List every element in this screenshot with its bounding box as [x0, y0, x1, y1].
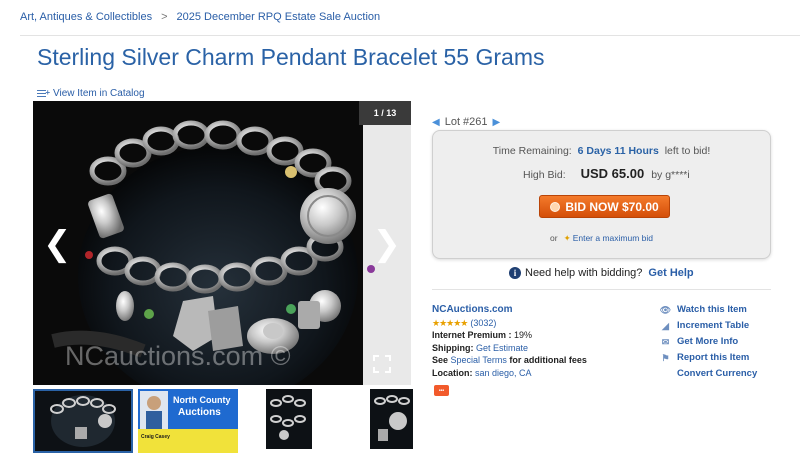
- convert-currency-label: Convert Currency: [677, 368, 758, 379]
- or-text: or: [550, 233, 558, 243]
- image-counter: 1 / 13: [359, 101, 411, 125]
- special-terms-link[interactable]: Special Terms: [451, 355, 507, 365]
- bid-now-label: BID NOW $70.00: [565, 199, 659, 214]
- lightbulb-icon: [550, 201, 561, 212]
- location-link[interactable]: san diego, CA: [475, 368, 532, 378]
- seller-info: NCAuctions.com ★★★★★ (3032) Internet Prem…: [432, 303, 587, 379]
- mail-icon: ✉: [661, 337, 670, 347]
- flag-icon: ⚑: [661, 353, 670, 363]
- time-remaining: Time Remaining: 6 Days 11 Hours left to …: [433, 145, 770, 157]
- chart-icon: ◢: [662, 321, 669, 331]
- lot-navigation: ◀ Lot #261 ▶: [432, 116, 500, 128]
- breadcrumb-separator: >: [161, 11, 168, 23]
- eye-icon: 👁: [659, 305, 672, 315]
- thumbnail-4[interactable]: [370, 389, 413, 453]
- report-item-link[interactable]: ⚑ Report this Item: [659, 350, 757, 366]
- next-lot-icon[interactable]: ▶: [493, 117, 501, 128]
- breadcrumb: Art, Antiques & Collectibles >2025 Decemb…: [20, 11, 380, 23]
- thumbnail-1[interactable]: [33, 389, 133, 453]
- seller-badge-icon[interactable]: •••: [434, 385, 449, 396]
- high-bid-label: High Bid:: [523, 169, 566, 181]
- report-item-label: Report this Item: [677, 352, 750, 363]
- view-catalog-link[interactable]: + View Item in Catalog: [37, 88, 145, 99]
- thumbnail-logo-line1: North County: [173, 395, 231, 405]
- get-help-link[interactable]: Get Help: [648, 267, 693, 279]
- star-icon: ✦: [563, 233, 571, 243]
- seller-name-link[interactable]: NCAuctions.com: [432, 304, 513, 315]
- see-text: See: [432, 355, 449, 365]
- thumbnail-business-card-image: North County Auctions Craig Casey: [138, 389, 238, 453]
- premium-label: Internet Premium :: [432, 330, 512, 340]
- thumbnail-contact-name: Craig Casey: [141, 434, 170, 440]
- page-title: Sterling Silver Charm Pendant Bracelet 5…: [37, 44, 545, 70]
- high-bidder: by g****i: [651, 169, 690, 181]
- thumbnail-bracelet-image-2: [266, 389, 312, 449]
- watch-item-link[interactable]: 👁 Watch this Item: [659, 302, 757, 318]
- thumbnail-3[interactable]: [266, 389, 312, 453]
- main-image[interactable]: 1 / 13 ❮ ❯ NCauctions.com ©: [33, 101, 411, 385]
- review-count-link[interactable]: (3032): [470, 318, 496, 328]
- bidding-help: i Need help with bidding? Get Help: [509, 267, 694, 279]
- max-bid-link[interactable]: Enter a maximum bid: [573, 233, 653, 243]
- chevron-left-icon[interactable]: ❮: [43, 227, 72, 261]
- more-info-link[interactable]: ✉ Get More Info: [659, 334, 757, 350]
- thumbnail-bracelet-image-3: [370, 389, 413, 449]
- thumbnail-2[interactable]: North County Auctions Craig Casey: [138, 389, 238, 453]
- thumbnail-logo-line2: Auctions: [178, 407, 221, 418]
- time-remaining-value: 6 Days 11 Hours: [577, 145, 659, 157]
- increment-table-label: Increment Table: [677, 320, 750, 331]
- time-remaining-label: Time Remaining:: [492, 145, 572, 157]
- thumbnail-strip: North County Auctions Craig Casey: [33, 389, 413, 455]
- breadcrumb-item-auction[interactable]: 2025 December RPQ Estate Sale Auction: [177, 11, 381, 23]
- info-icon: i: [509, 267, 521, 279]
- increment-table-link[interactable]: ◢ Increment Table: [659, 318, 757, 334]
- help-text: Need help with bidding?: [525, 267, 643, 279]
- breadcrumb-item-category[interactable]: Art, Antiques & Collectibles: [20, 11, 152, 23]
- previous-lot-icon[interactable]: ◀: [432, 117, 440, 128]
- chevron-right-icon[interactable]: ❯: [373, 227, 402, 261]
- item-actions: 👁 Watch this Item ◢ Increment Table ✉ Ge…: [659, 302, 757, 382]
- watermark: NCauctions.com ©: [65, 341, 291, 371]
- bid-now-button[interactable]: BID NOW $70.00: [539, 195, 670, 218]
- view-catalog-label: View Item in Catalog: [53, 88, 145, 99]
- shipping-estimate-link[interactable]: Get Estimate: [476, 343, 528, 353]
- list-icon: +: [37, 89, 50, 98]
- watch-item-label: Watch this Item: [677, 304, 747, 315]
- terms-suffix: for additional fees: [509, 355, 587, 365]
- shipping-label: Shipping:: [432, 342, 474, 353]
- bid-panel: Time Remaining: 6 Days 11 Hours left to …: [432, 130, 771, 259]
- time-remaining-suffix: left to bid!: [664, 145, 711, 157]
- header-divider: [20, 35, 800, 36]
- thumbnail-bracelet-image: [35, 391, 131, 451]
- fullscreen-icon[interactable]: [373, 355, 391, 373]
- high-bid-amount: USD 65.00: [580, 166, 645, 181]
- premium-value: 19%: [514, 330, 533, 340]
- convert-currency-link[interactable]: Convert Currency: [659, 366, 757, 382]
- section-divider: [432, 289, 771, 290]
- high-bid: High Bid: USD 65.00 by g****i: [523, 166, 690, 181]
- rating-stars: ★★★★★: [432, 317, 468, 328]
- max-bid-row: or ✦ Enter a maximum bid: [433, 233, 770, 244]
- more-info-label: Get More Info: [677, 336, 739, 347]
- location-label: Location:: [432, 367, 473, 378]
- lot-number: Lot #261: [444, 116, 488, 128]
